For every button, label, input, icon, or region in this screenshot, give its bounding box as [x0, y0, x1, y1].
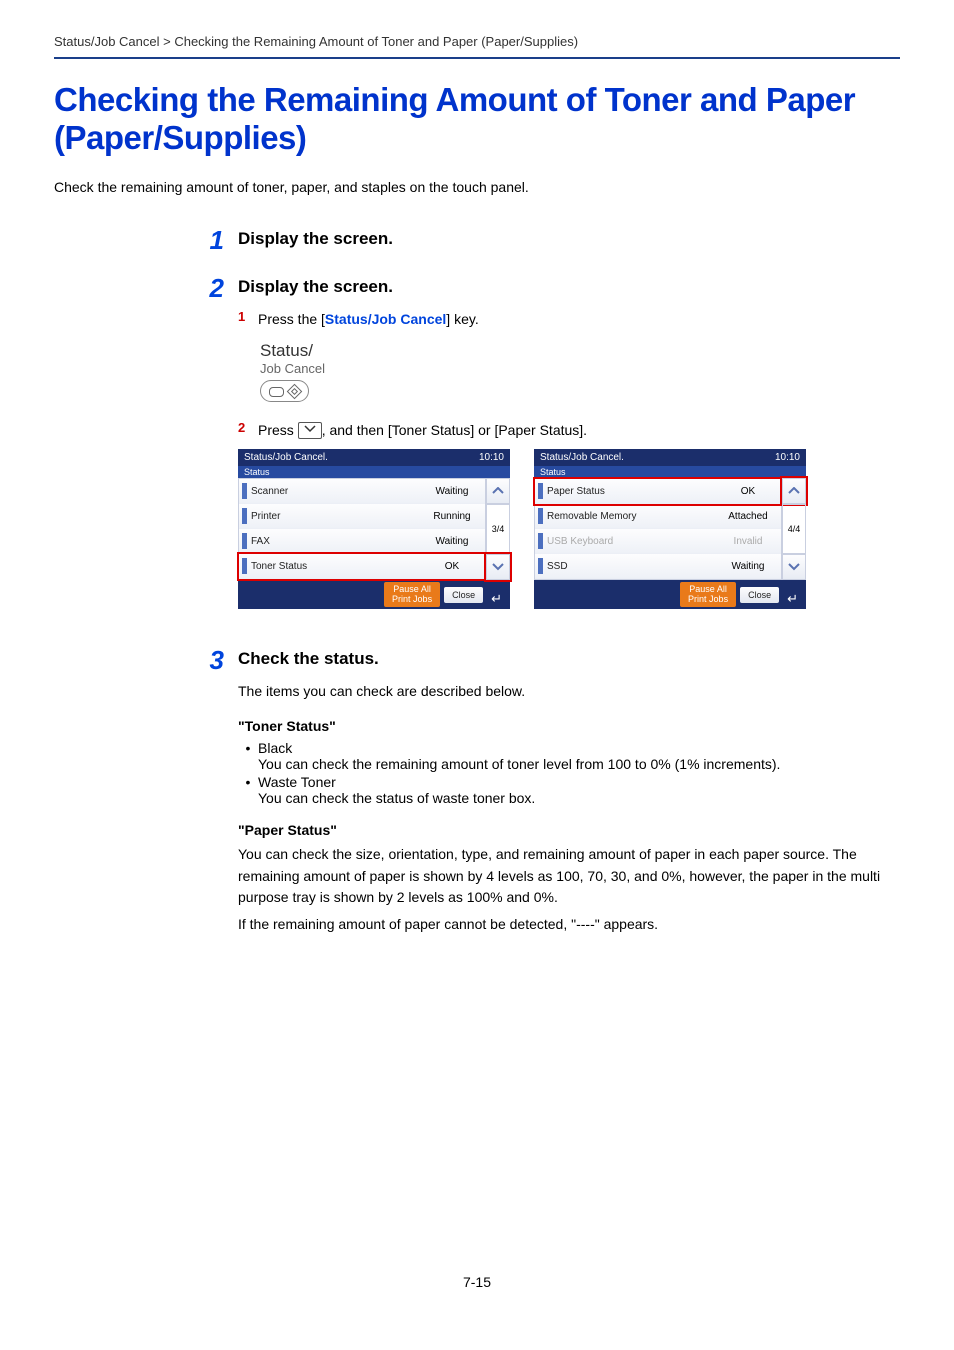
hardware-key-icon [260, 380, 309, 402]
text: You can check the size, orientation, typ… [238, 844, 900, 908]
panel-time: 10:10 [479, 452, 504, 463]
panel-scroll: 3/4 [486, 478, 510, 580]
panel-item-status: OK [718, 486, 778, 497]
substep-text: Press , and then [Toner Status] or [Pape… [258, 420, 900, 442]
bullet-desc: You can check the remaining amount of to… [258, 756, 780, 772]
substep-1: 1 Press the [Status/Job Cancel] key. [238, 309, 900, 331]
bullet-title: Black [258, 740, 292, 756]
text: Press the [ [258, 311, 325, 327]
panel-item-name: Printer [251, 511, 421, 522]
text: If the remaining amount of paper cannot … [238, 914, 900, 935]
panel-item-name: Removable Memory [547, 511, 717, 522]
step-2: 2 Display the screen. 1 Press the [Statu… [54, 275, 900, 633]
enter-icon: ↵ [783, 591, 802, 607]
panel-item[interactable]: Paper StatusOK [535, 479, 781, 504]
key-label-line1: Status/ [260, 341, 313, 360]
panel-item[interactable]: ScannerWaiting [239, 479, 485, 504]
panel-title: Status/Job Cancel. [244, 452, 328, 463]
panel-item-name: SSD [547, 561, 717, 572]
panel-scroll: 4/4 [782, 478, 806, 580]
text: ] key. [446, 311, 478, 327]
panel-titlebar: Status/Job Cancel. 10:10 [534, 449, 806, 466]
panel-item[interactable]: PrinterRunning [239, 504, 485, 529]
bullet-title: Waste Toner [258, 774, 336, 790]
panel-item-name: USB Keyboard [547, 536, 717, 547]
panel-footer: Pause All Print JobsClose↵ [238, 580, 510, 609]
close-button[interactable]: Close [740, 587, 779, 603]
panel-subtitle: Status [534, 466, 806, 478]
substep-number: 1 [238, 309, 258, 331]
substep-number: 2 [238, 420, 258, 442]
panel-item-status: Waiting [422, 486, 482, 497]
text: , and then [Toner Status] or [Paper Stat… [322, 422, 587, 438]
hardware-key-illustration: Status/ Job Cancel [260, 341, 900, 402]
panel-item-name: FAX [251, 536, 421, 547]
scroll-up-button[interactable] [782, 478, 806, 504]
panel-item[interactable]: FAXWaiting [239, 529, 485, 554]
panel-item-name: Toner Status [251, 561, 421, 572]
panel-time: 10:10 [775, 452, 800, 463]
panel-list: Paper StatusOKRemovable MemoryAttachedUS… [534, 478, 782, 580]
scroll-up-button[interactable] [486, 478, 510, 504]
substep-2: 2 Press , and then [Toner Status] or [Pa… [238, 420, 900, 442]
panel-titlebar: Status/Job Cancel. 10:10 [238, 449, 510, 466]
page-indicator: 3/4 [486, 504, 510, 554]
step-heading: Check the status. [238, 649, 900, 669]
scroll-down-button[interactable] [782, 554, 806, 580]
panel-item-status: OK [422, 561, 482, 572]
key-label-line2: Job Cancel [260, 361, 900, 376]
panel-title: Status/Job Cancel. [540, 452, 624, 463]
pause-all-button[interactable]: Pause All Print Jobs [384, 582, 440, 607]
page-indicator: 4/4 [782, 504, 806, 554]
panel-item-status: Running [422, 511, 482, 522]
toner-status-heading: "Toner Status" [238, 718, 900, 734]
breadcrumb: Status/Job Cancel > Checking the Remaini… [54, 34, 900, 49]
panel-subtitle: Status [238, 466, 510, 478]
substep-text: Press the [Status/Job Cancel] key. [258, 309, 900, 331]
step-3: 3 Check the status. The items you can ch… [54, 647, 900, 941]
panel-item-name: Scanner [251, 486, 421, 497]
scroll-down-button[interactable] [486, 554, 510, 580]
panel-item[interactable]: Removable MemoryAttached [535, 504, 781, 529]
page-title: Checking the Remaining Amount of Toner a… [54, 81, 900, 157]
panel-list: ScannerWaitingPrinterRunningFAXWaitingTo… [238, 478, 486, 580]
panel-item-name: Paper Status [547, 486, 717, 497]
divider [54, 57, 900, 59]
bullet: •BlackYou can check the remaining amount… [238, 740, 900, 772]
step-number: 2 [210, 275, 224, 301]
chevron-down-icon [298, 422, 322, 439]
panel-item-status: Waiting [718, 561, 778, 572]
step-number: 3 [210, 647, 224, 673]
bullet-desc: You can check the status of waste toner … [258, 790, 535, 806]
panel-item[interactable]: Toner StatusOK [239, 554, 485, 579]
bullet: •Waste TonerYou can check the status of … [238, 774, 900, 806]
step-number: 1 [210, 227, 224, 253]
panel-item-status: Waiting [422, 536, 482, 547]
panel-item-status: Attached [718, 511, 778, 522]
panel-item[interactable]: USB KeyboardInvalid [535, 529, 781, 554]
close-button[interactable]: Close [444, 587, 483, 603]
intro-text: Check the remaining amount of toner, pap… [54, 179, 900, 195]
enter-icon: ↵ [487, 591, 506, 607]
pause-all-button[interactable]: Pause All Print Jobs [680, 582, 736, 607]
step-heading: Display the screen. [238, 277, 900, 297]
step-1: 1 Display the screen. [54, 227, 900, 261]
panel-item[interactable]: SSDWaiting [535, 554, 781, 579]
paper-status-heading: "Paper Status" [238, 822, 900, 838]
step-heading: Display the screen. [238, 229, 900, 249]
panel-footer: Pause All Print JobsClose↵ [534, 580, 806, 609]
page-number: 7-15 [0, 1274, 954, 1290]
touch-panel-toner: Status/Job Cancel.10:10StatusScannerWait… [238, 449, 510, 609]
touch-panel-paper: Status/Job Cancel.10:10StatusPaper Statu… [534, 449, 806, 609]
status-job-cancel-link[interactable]: Status/Job Cancel [325, 311, 446, 327]
panel-item-status: Invalid [718, 536, 778, 547]
text: Press [258, 422, 298, 438]
text: The items you can check are described be… [238, 681, 900, 702]
